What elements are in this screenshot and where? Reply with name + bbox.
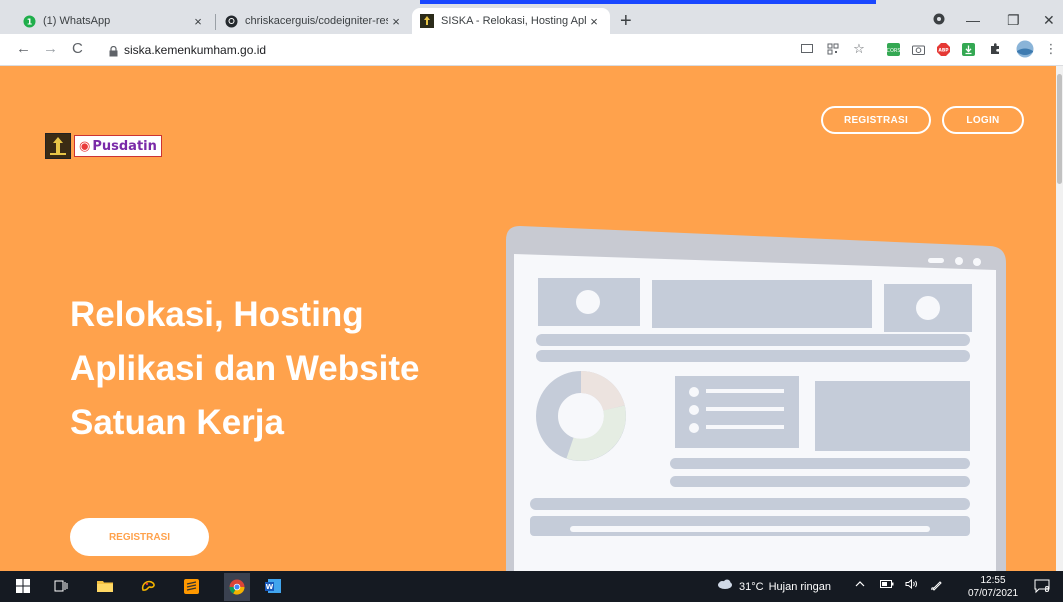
profile-avatar[interactable] (1016, 40, 1034, 58)
header-login-button[interactable]: LOGIN (942, 106, 1024, 134)
hero-title: Relokasi, Hosting Aplikasi dan Website S… (70, 295, 420, 442)
qr-code-icon[interactable] (826, 42, 840, 56)
close-window-button[interactable]: ✕ (1043, 12, 1055, 29)
clock-date: 07/07/2021 (967, 588, 1019, 599)
url-text[interactable]: siska.kemenkumham.go.id (124, 43, 266, 57)
tab-whatsapp[interactable]: 1 (1) WhatsApp × (14, 8, 214, 34)
browser-toolbar: ← → C siska.kemenkumham.go.id ☆ CORS ABP… (0, 34, 1063, 66)
weather-widget[interactable]: 31°C Hujan ringan (717, 579, 831, 594)
profile-icon[interactable] (933, 12, 945, 28)
weather-condition: Hujan ringan (768, 580, 831, 593)
volume-icon[interactable] (905, 578, 919, 592)
illustration-bar (530, 498, 970, 510)
svg-text:1: 1 (26, 17, 32, 26)
show-hidden-icons-chevron-up-icon[interactable] (855, 579, 865, 591)
windows-taskbar: W 31°C Hujan ringan 12:55 07/07/2021 8 (0, 571, 1063, 602)
tab-title: SISKA - Relokasi, Hosting Aplikas (441, 15, 586, 27)
svg-text:CORS: CORS (887, 48, 900, 54)
word-icon[interactable]: W (264, 577, 282, 595)
windows-start-icon[interactable] (14, 577, 32, 595)
kemenkumham-icon (420, 14, 434, 28)
weather-temperature: 31°C (739, 580, 764, 593)
tab-siska[interactable]: SISKA - Relokasi, Hosting Aplikas × (412, 8, 610, 34)
site-logo[interactable]: ◉ Pusdatin (45, 133, 162, 159)
page-scrollbar[interactable] (1056, 66, 1063, 571)
adblock-icon[interactable]: ABP (936, 42, 950, 56)
tab-close-icon[interactable]: × (190, 14, 206, 29)
hero-register-button[interactable]: REGISTRASI (70, 518, 209, 556)
bookmark-star-icon[interactable]: ☆ (852, 41, 866, 56)
more-menu-icon[interactable]: ⋮ (1044, 41, 1058, 56)
tab-github[interactable]: chriskacerguis/codeigniter-restse × (216, 8, 412, 34)
download-extension-icon[interactable] (961, 42, 975, 56)
clock-time: 12:55 (980, 575, 1006, 586)
illustration-list-card (675, 376, 799, 448)
illustration-inner-bar (570, 526, 930, 532)
taskbar-clock[interactable]: 12:55 07/07/2021 (962, 574, 1024, 600)
browser-tab-bar: 1 (1) WhatsApp × chriskacerguis/codeigni… (0, 4, 1063, 34)
cloud-rain-icon (717, 579, 733, 594)
pusdatin-mark-icon: ◉ (79, 138, 91, 154)
cast-icon[interactable] (800, 42, 814, 56)
minimize-button[interactable]: — (966, 12, 980, 28)
website-illustration (506, 226, 1006, 571)
kemenkumham-emblem-icon (45, 133, 71, 159)
whatsapp-icon: 1 (22, 14, 36, 28)
svg-text:W: W (266, 583, 274, 591)
camera-icon[interactable] (911, 42, 925, 56)
page-content: ◉ Pusdatin REGISTRASI LOGIN Relokasi, Ho… (0, 66, 1056, 571)
task-view-icon[interactable] (52, 577, 70, 595)
back-button[interactable]: ← (16, 40, 31, 57)
notification-center-icon[interactable]: 8 (1034, 578, 1050, 594)
paint-app-icon[interactable] (139, 577, 157, 595)
forward-button[interactable]: → (43, 40, 58, 57)
file-explorer-icon[interactable] (96, 577, 114, 595)
reload-button[interactable]: C (72, 40, 83, 57)
pen-icon[interactable] (931, 579, 943, 594)
restore-button[interactable]: ❐ (1007, 12, 1020, 29)
extensions-puzzle-icon[interactable] (988, 42, 1002, 56)
lock-icon[interactable] (109, 44, 118, 62)
address-bar[interactable]: siska.kemenkumham.go.id (96, 38, 776, 62)
svg-text:ABP: ABP (938, 47, 949, 53)
notification-count: 8 (1044, 585, 1050, 594)
illustration-bar (536, 334, 970, 346)
pusdatin-wordmark: ◉ Pusdatin (74, 135, 162, 157)
illustration-bar (670, 458, 970, 469)
scrollbar-thumb[interactable] (1057, 74, 1062, 184)
logo-text: Pusdatin (92, 138, 157, 154)
battery-icon[interactable] (880, 579, 894, 592)
tab-title: chriskacerguis/codeigniter-restse (245, 15, 388, 27)
illustration-bar (536, 350, 970, 362)
tab-close-icon[interactable]: × (388, 14, 404, 29)
tab-close-icon[interactable]: × (586, 14, 602, 29)
chrome-icon[interactable] (224, 573, 250, 601)
header-register-button[interactable]: REGISTRASI (821, 106, 931, 134)
illustration-block (815, 381, 970, 451)
extension-green-icon[interactable]: CORS (886, 42, 900, 56)
new-tab-button[interactable]: + (620, 10, 632, 32)
sublime-text-icon[interactable] (182, 577, 200, 595)
github-icon (224, 14, 238, 28)
tab-title: (1) WhatsApp (43, 15, 111, 27)
illustration-header-blocks (538, 278, 972, 332)
illustration-bar (670, 476, 970, 487)
